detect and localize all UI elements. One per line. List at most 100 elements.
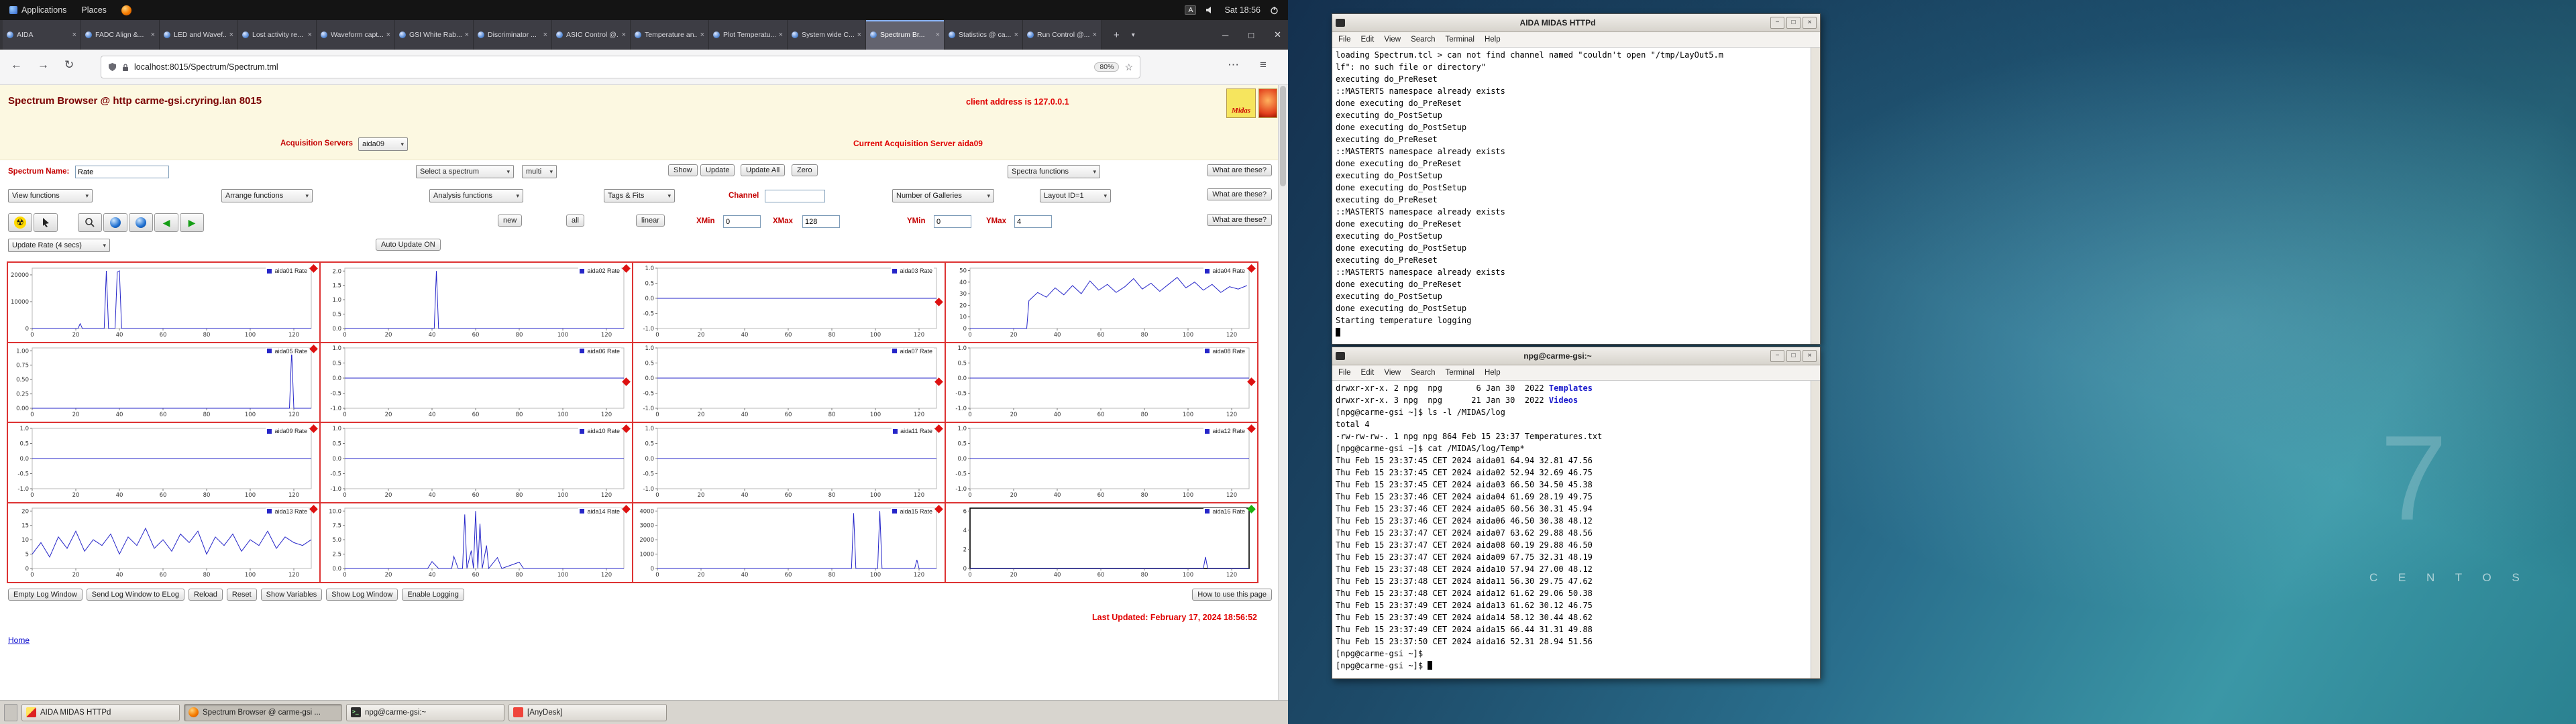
overflow-menu-icon[interactable]: ⋯: [1228, 58, 1239, 72]
what-are-these-button-1[interactable]: What are these?: [1207, 164, 1272, 176]
terminal-menu-help[interactable]: Help: [1485, 36, 1501, 44]
forward-icon[interactable]: →: [38, 58, 49, 72]
spectrum-cell[interactable]: 0 20 40 60 80 100 120 1.0 0.5 0.0 -0.5 -1.0 aida06 R…: [320, 342, 633, 422]
tab-close-icon[interactable]: ×: [72, 31, 76, 39]
zero-button[interactable]: Zero: [792, 164, 818, 176]
show-desktop-button[interactable]: [4, 703, 17, 721]
terminal-minimize-button[interactable]: −: [1770, 17, 1784, 29]
tab-close-icon[interactable]: ×: [622, 31, 626, 39]
spectrum-cell[interactable]: 0 20 40 60 80 100 120 1.0 0.5 0.0 -0.5 -1.0 aida09 R…: [7, 422, 320, 503]
bookmark-star-icon[interactable]: ☆: [1124, 62, 1133, 73]
terminal-minimize-button[interactable]: −: [1770, 350, 1784, 362]
spectrum-cell[interactable]: 0 20 40 60 80 100 120 1.0 0.5 0.0 -0.5 -1.0 aida12 R…: [945, 422, 1258, 503]
ymax-input[interactable]: [1014, 215, 1052, 228]
taskbar-item[interactable]: Spectrum Browser @ carme-gsi ...: [184, 703, 342, 721]
multi-dropdown[interactable]: multi: [522, 165, 557, 178]
zoom-level-badge[interactable]: 80%: [1094, 62, 1120, 72]
terminal-menu-file[interactable]: File: [1338, 36, 1351, 44]
terminal-scrollbar[interactable]: [1811, 48, 1820, 344]
spectrum-cell[interactable]: 0 20 40 60 80 100 120 1.0 0.5 0.0 -0.5 -1.0 aida10 R…: [320, 422, 633, 503]
log-button[interactable]: Empty Log Window: [8, 589, 83, 601]
how-to-use-button[interactable]: How to use this page: [1192, 589, 1272, 601]
places-menu[interactable]: Places: [81, 5, 107, 15]
browser-tab[interactable]: FADC Align &... ×: [81, 20, 160, 50]
ymin-input[interactable]: [934, 215, 971, 228]
browser-tab[interactable]: Statistics @ ca... ×: [945, 20, 1023, 50]
terminal-menu-file[interactable]: File: [1338, 369, 1351, 377]
terminal-menu-terminal[interactable]: Terminal: [1446, 36, 1474, 44]
spectrum-cell[interactable]: 0 20 40 60 80 100 120 20 15 10 5 0 aida13 Rate: [7, 502, 320, 583]
browser-tab[interactable]: LED and Wavef... ×: [160, 20, 238, 50]
select-spectrum-dropdown[interactable]: Select a spectrum: [416, 165, 514, 178]
zoom-tool-button[interactable]: [78, 213, 102, 232]
list-all-tabs-icon[interactable]: ▾: [1132, 32, 1135, 39]
next-button[interactable]: ▶: [180, 213, 204, 232]
sphere-view-button-1[interactable]: [103, 213, 127, 232]
taskbar-item[interactable]: AIDA MIDAS HTTPd: [21, 703, 180, 721]
channel-input[interactable]: [765, 190, 825, 202]
log-button[interactable]: Show Variables: [260, 589, 323, 601]
clock[interactable]: Sat 18:56: [1224, 5, 1260, 15]
firefox-launcher-icon[interactable]: [121, 5, 131, 15]
sphere-view-button-2[interactable]: [129, 213, 153, 232]
pointer-tool-button[interactable]: [34, 213, 58, 232]
browser-tab[interactable]: Lost activity re... ×: [238, 20, 317, 50]
tab-close-icon[interactable]: ×: [465, 31, 469, 39]
terminal-menu-view[interactable]: View: [1384, 36, 1401, 44]
radiation-source-button[interactable]: ☢: [8, 213, 32, 232]
terminal-window-aida-midas-httpd[interactable]: AIDA MIDAS HTTPd − □ × File Edit View Searc…: [1332, 13, 1821, 345]
spectrum-cell[interactable]: 0 20 40 60 80 100 120 1.0 0.5 0.0 -0.5 -1.0 aida08 R…: [945, 342, 1258, 422]
terminal-menu-edit[interactable]: Edit: [1361, 369, 1375, 377]
tab-close-icon[interactable]: ×: [308, 31, 312, 39]
terminal-menu-view[interactable]: View: [1384, 369, 1401, 377]
spectrum-cell[interactable]: 0 20 40 60 80 100 120 1.0 0.5 0.0 -0.5 -1.0 aida11 R…: [633, 422, 945, 503]
new-button[interactable]: new: [498, 215, 523, 227]
tab-close-icon[interactable]: ×: [1014, 31, 1018, 39]
previous-button[interactable]: ◀: [154, 213, 178, 232]
spectrum-cell[interactable]: 0 20 40 60 80 100 120 2.0 1.5 1.0 0.5 0.0 aida02 Rat…: [320, 262, 633, 343]
tab-close-icon[interactable]: ×: [936, 31, 940, 39]
what-are-these-button-2[interactable]: What are these?: [1207, 188, 1272, 200]
update-button[interactable]: Update: [700, 164, 735, 176]
page-scrollbar-thumb[interactable]: [1280, 86, 1286, 186]
arrange-functions-dropdown[interactable]: Arrange functions: [221, 189, 313, 202]
browser-tab[interactable]: ASIC Control @... ×: [552, 20, 631, 50]
log-button[interactable]: Reload: [189, 589, 223, 601]
browser-tab[interactable]: Run Control @... ×: [1023, 20, 1102, 50]
tab-close-icon[interactable]: ×: [543, 31, 547, 39]
terminal-maximize-button[interactable]: □: [1786, 17, 1801, 29]
spectrum-cell[interactable]: 0 20 40 60 80 100 120 1.00 0.75 0.50 0.25 0.00 aida0…: [7, 342, 320, 422]
terminal-menu-terminal[interactable]: Terminal: [1446, 369, 1474, 377]
hamburger-menu-icon[interactable]: ≡: [1260, 58, 1267, 72]
aida-logo[interactable]: [1258, 88, 1277, 118]
acquisition-server-select[interactable]: aida09: [358, 137, 408, 151]
terminal-menu-search[interactable]: Search: [1411, 369, 1435, 377]
browser-tab[interactable]: System wide C... ×: [788, 20, 866, 50]
all-button[interactable]: all: [566, 215, 585, 227]
terminal-maximize-button[interactable]: □: [1786, 350, 1801, 362]
tab-close-icon[interactable]: ×: [386, 31, 390, 39]
tab-close-icon[interactable]: ×: [1093, 31, 1097, 39]
update-rate-dropdown[interactable]: Update Rate (4 secs): [8, 239, 110, 252]
terminal-close-button[interactable]: ×: [1803, 350, 1817, 362]
xmax-input[interactable]: [802, 215, 840, 228]
spectrum-cell[interactable]: 0 20 40 60 80 100 120 10.0 7.5 5.0 2.5 0.0 aida14 Ra…: [320, 502, 633, 583]
show-button[interactable]: Show: [668, 164, 698, 176]
new-tab-button[interactable]: +: [1114, 29, 1120, 41]
browser-tab[interactable]: GSI White Rab... ×: [395, 20, 474, 50]
number-of-galleries-dropdown[interactable]: Number of Galleries: [892, 189, 994, 202]
analysis-functions-dropdown[interactable]: Analysis functions: [429, 189, 523, 202]
what-are-these-button-3[interactable]: What are these?: [1207, 214, 1272, 226]
taskbar-item[interactable]: npg@carme-gsi:~: [346, 703, 504, 721]
view-functions-dropdown[interactable]: View functions: [8, 189, 93, 202]
power-icon[interactable]: [1270, 6, 1279, 15]
spectrum-cell[interactable]: 0 20 40 60 80 100 120 6 4 2 0 aida16 Rate: [945, 502, 1258, 583]
tab-close-icon[interactable]: ×: [700, 31, 704, 39]
terminal-scrollbar[interactable]: [1811, 381, 1820, 678]
spectra-functions-dropdown[interactable]: Spectra functions: [1008, 165, 1100, 178]
log-button[interactable]: Enable Logging: [402, 589, 464, 601]
xmin-input[interactable]: [723, 215, 761, 228]
browser-tab[interactable]: Waveform capt... ×: [317, 20, 395, 50]
browser-tab[interactable]: Plot Temperatu... ×: [709, 20, 788, 50]
browser-tab[interactable]: Spectrum Br... ×: [866, 20, 945, 50]
